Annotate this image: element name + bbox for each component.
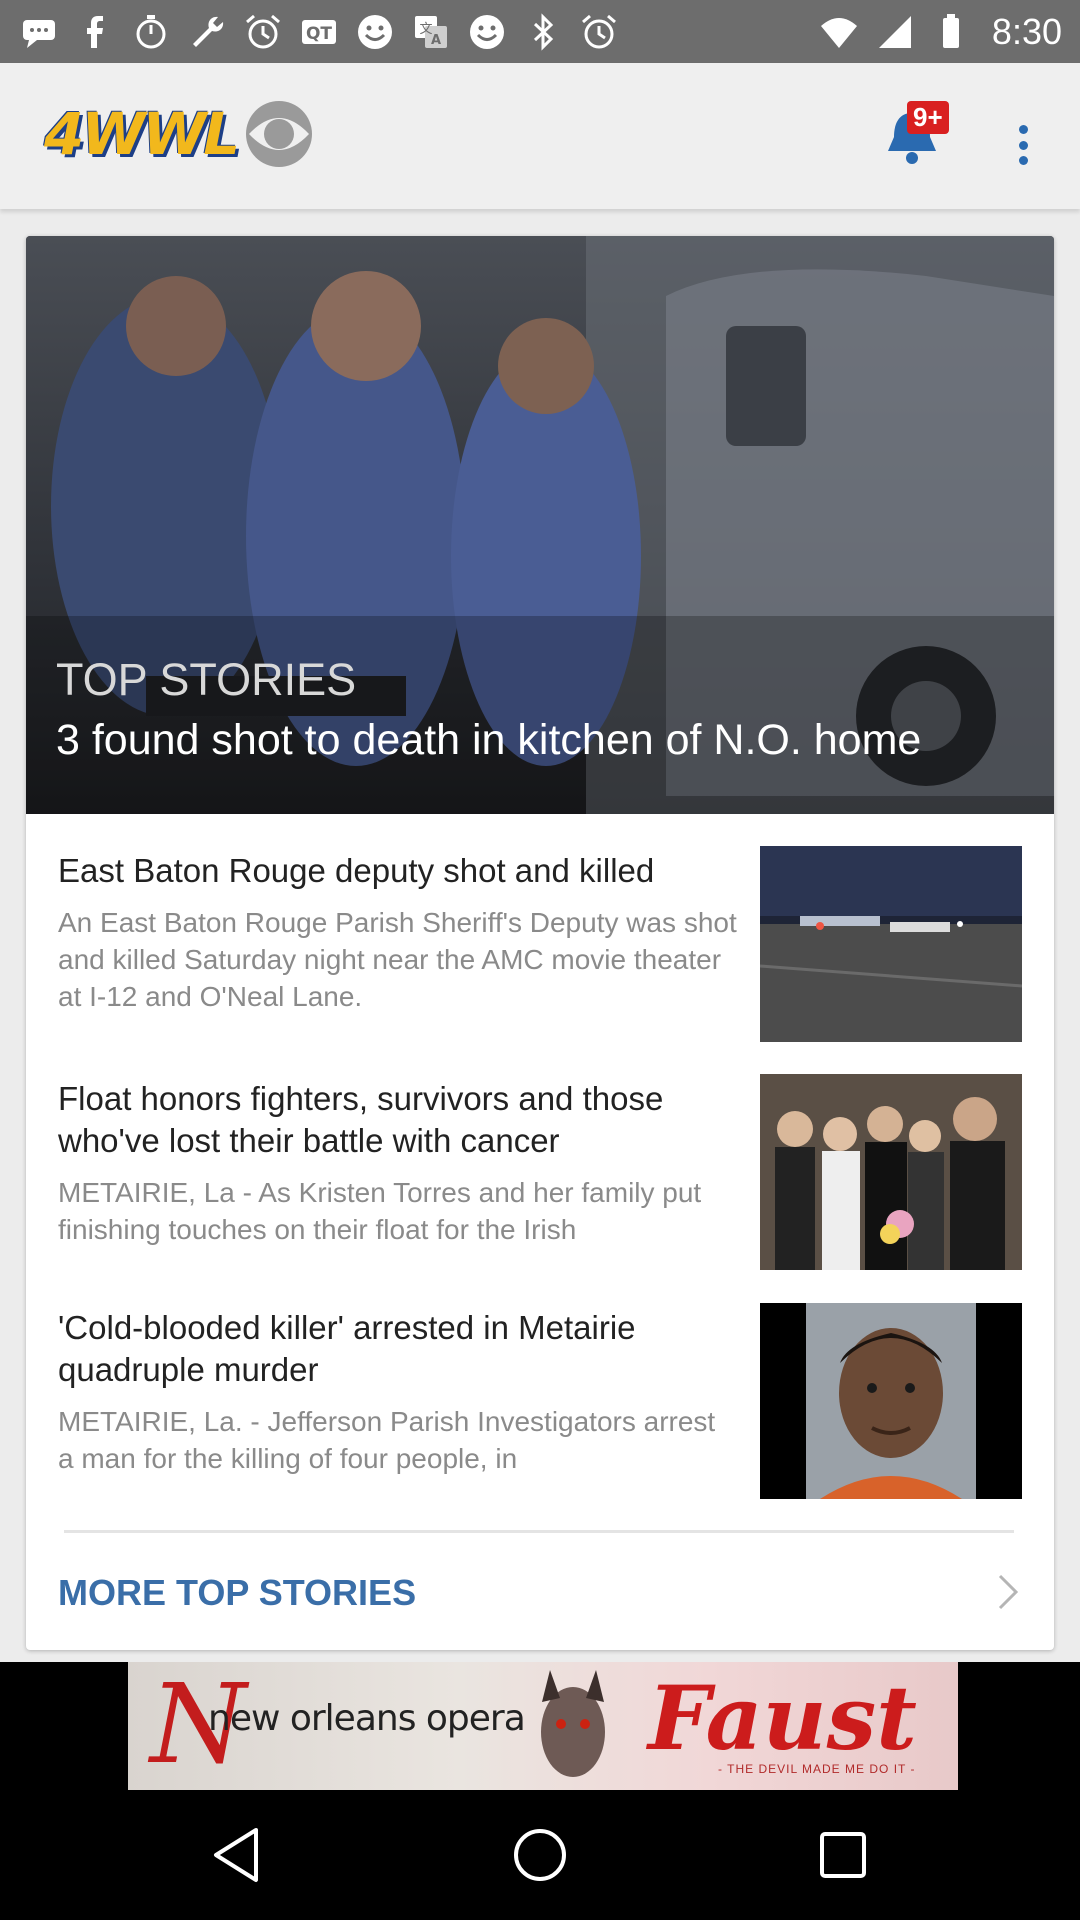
overflow-menu-icon[interactable] [1005,115,1041,175]
app-bar: 4WWL 9+ [0,63,1080,209]
story-title: East Baton Rouge deputy shot and killed [58,852,655,889]
system-nav-bar [0,1790,1080,1920]
wrench-icon [186,11,228,53]
story-thumbnail [760,1074,1022,1270]
ad-show-title: Faust [648,1666,917,1770]
logo-text: 4WWL [44,100,240,168]
ad-tagline: - THE DEVIL MADE ME DO IT - [718,1762,916,1776]
story-summary: An East Baton Rouge Parish Sheriff's Dep… [58,907,737,1012]
hero-kicker: TOP STORIES [56,654,357,705]
chevron-right-icon[interactable] [996,1572,1020,1612]
devil-face-icon [541,1670,605,1777]
top-stories-card: TOP STORIES 3 found shot to death in kit… [26,236,1054,1650]
smiley-icon [466,11,508,53]
story-thumbnail [760,846,1022,1042]
facebook-icon [74,11,116,53]
ad-org-name: new orleans opera [208,1698,526,1739]
story-summary: METAIRIE, La. - Jefferson Parish Investi… [58,1406,716,1474]
ad-banner[interactable]: N new orleans opera Faust - THE DEVIL MA… [128,1662,958,1790]
signal-icon [874,11,916,53]
translate-icon: 文A [410,11,452,53]
station-logo[interactable]: 4WWL [44,99,315,169]
clock: 8:30 [991,10,1062,52]
status-bar: QT 文A 8:30 [0,0,1080,63]
ad-strip: N new orleans opera Faust - THE DEVIL MA… [0,1662,1080,1790]
qt-icon: QT [298,11,340,53]
story-item[interactable]: 'Cold-blooded killer' arrested in Metair… [26,1303,1054,1503]
timer-icon [130,11,172,53]
svg-text:QT: QT [306,24,332,44]
system-status: 8:30 [818,11,1062,53]
story-title: 'Cold-blooded killer' arrested in Metair… [58,1309,636,1388]
battery-icon [930,11,972,53]
bluetooth-icon [522,11,564,53]
recents-icon[interactable] [808,1820,878,1890]
more-top-stories-link[interactable]: MORE TOP STORIES [58,1572,416,1614]
alarm-icon [578,11,620,53]
alarm-icon [242,11,284,53]
story-summary: METAIRIE, La - As Kristen Torres and her… [58,1177,702,1245]
wifi-icon [818,11,860,53]
home-icon[interactable] [505,1820,575,1890]
divider [64,1530,1014,1533]
cbs-eye-icon [246,101,313,167]
notification-icons: QT 文A [18,11,620,53]
story-thumbnail [760,1303,1022,1499]
chat-bubble-icon [18,11,60,53]
svg-text:A: A [431,33,441,48]
back-icon[interactable] [202,1820,272,1890]
story-item[interactable]: East Baton Rouge deputy shot and killed … [26,846,1054,1046]
smiley-icon [354,11,396,53]
story-item[interactable]: Float honors fighters, survivors and tho… [26,1074,1054,1274]
hero-title: 3 found shot to death in kitchen of N.O.… [56,716,922,764]
hero-story[interactable]: TOP STORIES 3 found shot to death in kit… [26,236,1054,814]
notification-badge: 9+ [907,101,949,134]
story-title: Float honors fighters, survivors and tho… [58,1080,664,1159]
